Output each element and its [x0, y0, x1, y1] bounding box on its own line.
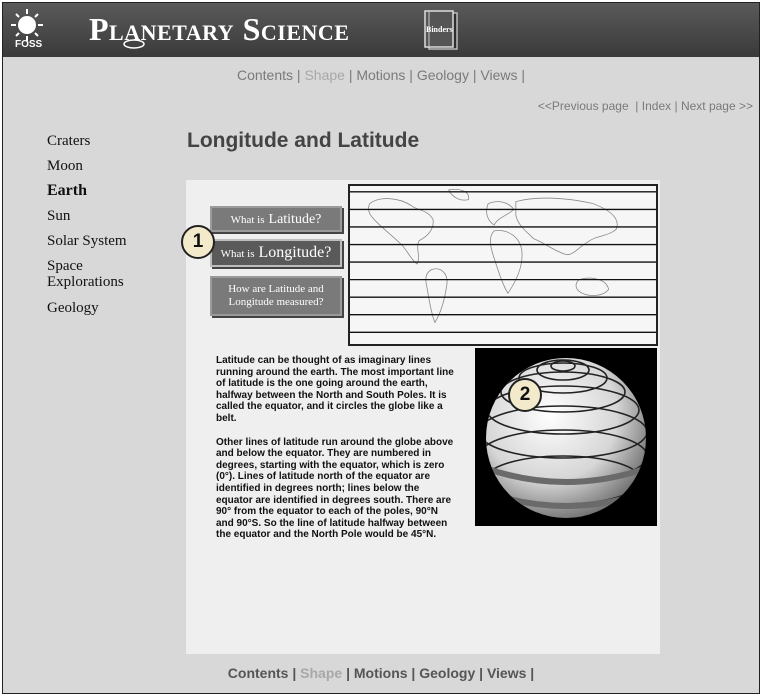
header-banner: FOSS Planetary Science Binders: [3, 3, 759, 57]
button-prefix: What is: [220, 248, 255, 260]
nav-views[interactable]: Views: [487, 665, 526, 681]
what-is-longitude-button[interactable]: What is Longitude?: [210, 239, 342, 267]
nav-separator: |: [479, 665, 484, 681]
globe-latitude-illustration: [475, 348, 657, 526]
nav-separator: |: [348, 67, 353, 83]
nav-shape[interactable]: Shape: [304, 67, 344, 83]
button-label-line2: Longitude measured?: [228, 296, 324, 308]
pager-separator: |: [674, 99, 678, 113]
pager-separator: |: [635, 99, 639, 113]
latitude-explanation-text: Latitude can be thought of as imaginary …: [216, 355, 456, 553]
nav-motions[interactable]: Motions: [356, 67, 405, 83]
nav-separator: |: [346, 665, 350, 681]
sidebar: Craters Moon Earth Sun Solar System Spac…: [47, 133, 157, 325]
binder-label[interactable]: Binders: [426, 25, 453, 34]
nav-separator: |: [411, 665, 416, 681]
paragraph-1: Latitude can be thought of as imaginary …: [216, 355, 454, 424]
app-title: Planetary Science: [89, 11, 350, 47]
nav-separator: |: [530, 665, 535, 681]
nav-views[interactable]: Views: [480, 67, 517, 83]
pager: <<Previous page | Index | Next page >>: [538, 99, 753, 113]
nav-separator: |: [296, 67, 301, 83]
callout-marker-1: 1: [181, 225, 215, 259]
what-is-latitude-button[interactable]: What is Latitude?: [210, 206, 342, 232]
content-panel: What is Latitude? What is Longitude? How…: [181, 180, 660, 654]
nav-geology[interactable]: Geology: [419, 665, 475, 681]
nav-shape[interactable]: Shape: [300, 665, 342, 681]
sidebar-item-solar-system[interactable]: Solar System: [47, 233, 127, 249]
page-frame: FOSS Planetary Science Binders Contents …: [2, 2, 760, 694]
sidebar-item-sun[interactable]: Sun: [47, 208, 157, 224]
sidebar-item-moon[interactable]: Moon: [47, 158, 157, 174]
bottom-nav: Contents | Shape | Motions | Geology | V…: [3, 665, 759, 681]
world-map-latitude-lines: [348, 184, 658, 346]
button-prefix: What is: [230, 214, 265, 226]
nav-geology[interactable]: Geology: [417, 67, 469, 83]
button-label: Latitude?: [268, 212, 322, 227]
top-nav: Contents | Shape | Motions | Geology | V…: [3, 67, 759, 83]
nav-motions[interactable]: Motions: [354, 665, 408, 681]
index-link[interactable]: Index: [642, 99, 671, 113]
next-page-link[interactable]: Next page >>: [681, 99, 753, 113]
callout-marker-2: 2: [508, 378, 542, 412]
how-measured-button[interactable]: How are Latitude and Longitude measured?: [210, 276, 342, 316]
paragraph-2: Other lines of latitude run around the g…: [216, 436, 454, 541]
button-label-line1: How are Latitude and: [228, 283, 324, 295]
nav-separator: |: [472, 67, 477, 83]
previous-page-link[interactable]: <<Previous page: [538, 99, 629, 113]
foss-logo-text: FOSS: [15, 39, 43, 50]
sidebar-item-craters[interactable]: Craters: [47, 133, 157, 149]
sidebar-item-geology[interactable]: Geology: [47, 300, 157, 316]
button-label: Longitude?: [258, 244, 332, 261]
nav-contents[interactable]: Contents: [237, 67, 293, 83]
sidebar-item-space-explorations[interactable]: Space Explorations: [47, 258, 142, 290]
page-title: Longitude and Latitude: [187, 129, 420, 152]
nav-separator: |: [409, 67, 413, 83]
nav-contents[interactable]: Contents: [228, 665, 289, 681]
sidebar-item-earth[interactable]: Earth: [47, 183, 157, 199]
nav-separator: |: [521, 67, 526, 83]
nav-separator: |: [292, 665, 297, 681]
